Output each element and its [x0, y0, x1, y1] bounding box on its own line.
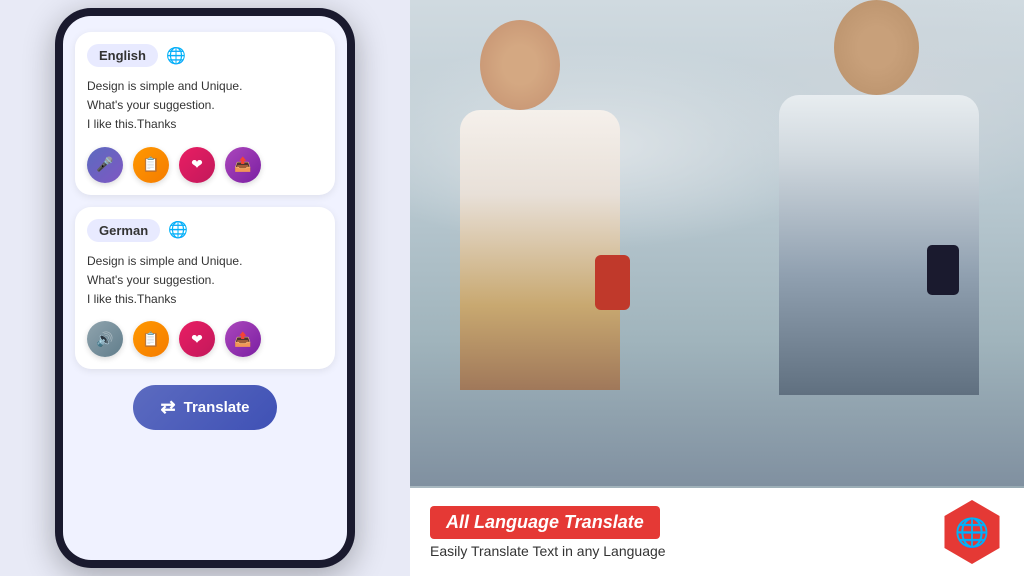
- banner-subtitle: Easily Translate Text in any Language: [430, 543, 940, 559]
- source-card-header: English 🌐: [87, 44, 323, 67]
- phone-panel: English 🌐 Design is simple and Unique. W…: [0, 0, 410, 576]
- translate-icon: ⇄: [161, 397, 176, 418]
- source-globe-icon: 🌐: [166, 46, 186, 66]
- bottom-banner: All Language Translate Easily Translate …: [410, 488, 1024, 576]
- globe-hex-symbol: 🌐: [955, 516, 990, 549]
- man-phone: [927, 245, 959, 295]
- target-card: German 🌐 Design is simple and Unique. Wh…: [75, 207, 335, 370]
- couple-photo: All Language Translate Easily Translate …: [410, 0, 1024, 576]
- target-action-buttons: 🔊 📋 ❤ 📤: [87, 321, 323, 357]
- source-language-badge[interactable]: English: [87, 44, 158, 67]
- woman-body: [460, 110, 620, 390]
- copy-button[interactable]: 📋: [133, 147, 169, 183]
- target-copy-button[interactable]: 📋: [133, 321, 169, 357]
- target-text: Design is simple and Unique. What's your…: [87, 252, 323, 310]
- man-head: [834, 0, 919, 95]
- banner-content: All Language Translate Easily Translate …: [430, 506, 940, 559]
- share-button[interactable]: 📤: [225, 147, 261, 183]
- translate-button-label: Translate: [184, 399, 250, 416]
- phone-screen: English 🌐 Design is simple and Unique. W…: [63, 16, 347, 560]
- woman-figure: [420, 20, 670, 486]
- target-language-badge[interactable]: German: [87, 219, 160, 242]
- speaker-button[interactable]: 🔊: [87, 321, 123, 357]
- mic-button[interactable]: 🎤: [87, 147, 123, 183]
- man-figure: [744, 0, 1014, 486]
- source-text: Design is simple and Unique. What's your…: [87, 77, 323, 135]
- globe-hex-icon: 🌐: [940, 500, 1004, 564]
- target-share-button[interactable]: 📤: [225, 321, 261, 357]
- woman-head: [480, 20, 560, 110]
- photo-panel: All Language Translate Easily Translate …: [410, 0, 1024, 576]
- source-action-buttons: 🎤 📋 ❤ 📤: [87, 147, 323, 183]
- translate-button[interactable]: ⇄ Translate: [133, 385, 278, 430]
- woman-phone: [595, 255, 630, 310]
- man-body: [779, 95, 979, 395]
- phone-frame: English 🌐 Design is simple and Unique. W…: [55, 8, 355, 568]
- favorite-button[interactable]: ❤: [179, 147, 215, 183]
- target-favorite-button[interactable]: ❤: [179, 321, 215, 357]
- target-globe-icon: 🌐: [168, 220, 188, 240]
- banner-title: All Language Translate: [430, 506, 660, 539]
- target-card-header: German 🌐: [87, 219, 323, 242]
- source-card: English 🌐 Design is simple and Unique. W…: [75, 32, 335, 195]
